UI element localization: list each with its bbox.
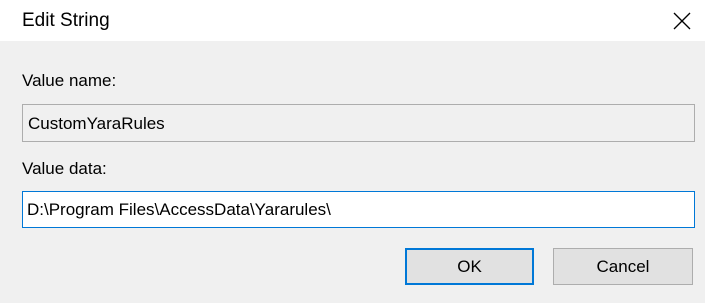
close-icon xyxy=(673,12,691,30)
cancel-button[interactable]: Cancel xyxy=(553,248,693,285)
title-bar: Edit String xyxy=(0,0,705,41)
close-button[interactable] xyxy=(659,0,705,41)
ok-button[interactable]: OK xyxy=(405,248,534,285)
value-name-field: CustomYaraRules xyxy=(22,104,695,142)
value-data-input[interactable] xyxy=(22,191,695,228)
value-name-label: Value name: xyxy=(22,71,117,90)
dialog-title: Edit String xyxy=(22,10,110,31)
value-data-label: Value data: xyxy=(22,159,107,178)
edit-string-dialog: Edit String Value name: CustomYaraRules … xyxy=(0,0,705,303)
